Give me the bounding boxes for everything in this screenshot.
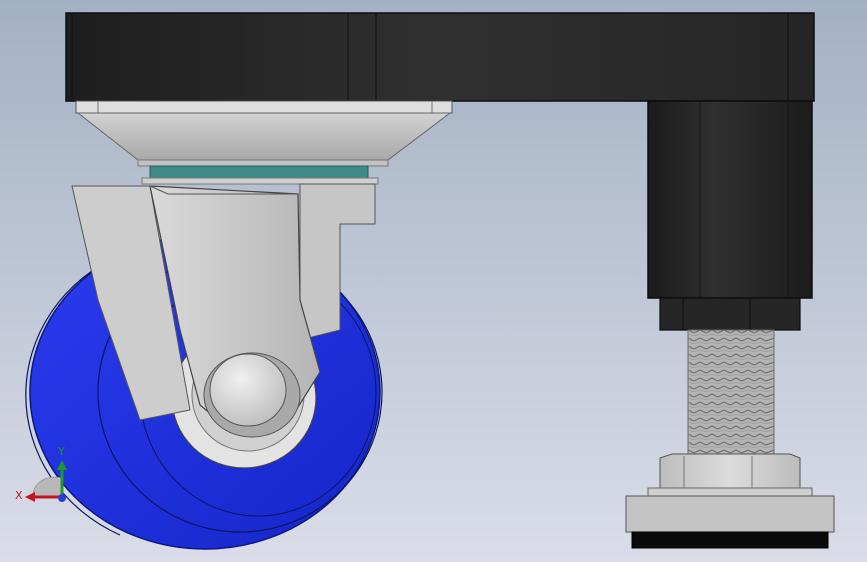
caster-swivel-housing[interactable] — [76, 112, 452, 161]
swivel-bearing-ring[interactable] — [149, 165, 369, 179]
leveler-threaded-stud[interactable] — [687, 329, 775, 455]
triad-y-label: Y — [57, 445, 65, 458]
cad-model-scene[interactable]: Y X — [0, 0, 867, 562]
leveler-top-nut[interactable] — [659, 297, 801, 331]
cad-graphics-viewport[interactable]: Y X — [0, 0, 867, 562]
leveler-rubber-pad[interactable] — [631, 531, 829, 549]
vertical-leg[interactable] — [647, 100, 813, 299]
triad-x-label: X — [15, 489, 23, 502]
triad-z-axis-icon — [58, 494, 66, 502]
leveler-base-collar — [647, 487, 813, 497]
swivel-lower-ring — [141, 177, 379, 185]
caster-housing-lip — [137, 159, 389, 167]
caster-mount-plate[interactable] — [75, 100, 453, 114]
leveler-base-plate[interactable] — [625, 495, 835, 533]
axle-nut-cap[interactable] — [209, 353, 287, 427]
top-beam[interactable] — [65, 12, 815, 102]
leveler-hex-nut[interactable] — [659, 453, 801, 489]
